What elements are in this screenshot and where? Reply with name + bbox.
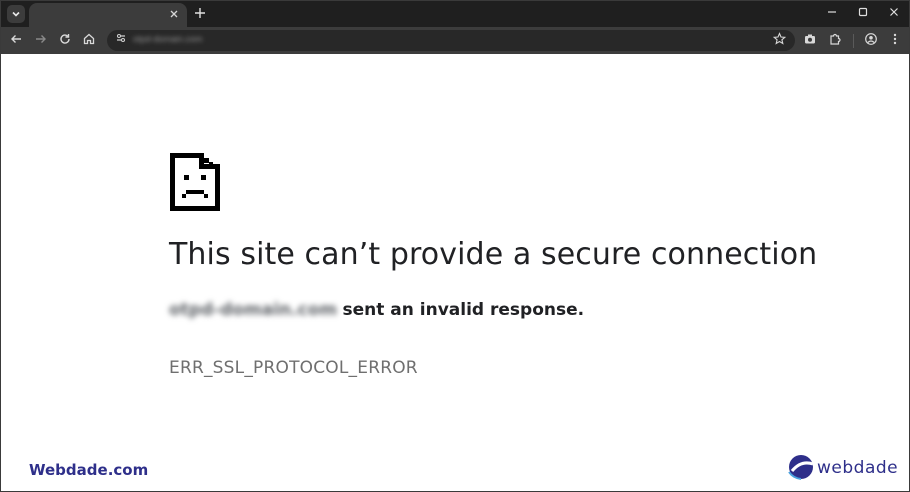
watermark-logo: webdade [787, 452, 898, 482]
webdade-logo-icon [788, 455, 814, 480]
error-message: sent an invalid response. [342, 300, 585, 320]
minimize-icon[interactable] [817, 4, 847, 24]
browser-tab[interactable] [29, 3, 187, 27]
plus-icon[interactable] [192, 5, 208, 21]
watermark-text: Webdade.com [29, 461, 149, 479]
address-bar[interactable]: otpd-domain.com [107, 30, 795, 51]
chevron-down-icon [12, 11, 20, 17]
back-arrow-icon[interactable] [7, 32, 25, 50]
toolbar: otpd-domain.com [1, 27, 909, 54]
more-menu-icon[interactable] [886, 32, 904, 50]
error-page: This site can’t provide a secure connect… [1, 54, 909, 491]
maximize-icon[interactable] [848, 4, 878, 24]
close-window-icon[interactable] [879, 4, 909, 24]
toolbar-divider [853, 34, 854, 48]
close-icon[interactable] [167, 7, 181, 21]
forward-arrow-icon[interactable] [32, 32, 50, 50]
sad-document-icon [170, 153, 220, 211]
camera-icon[interactable] [801, 32, 819, 50]
extensions-icon[interactable] [826, 32, 844, 50]
error-headline: This site can’t provide a secure connect… [169, 237, 818, 272]
star-icon[interactable] [771, 32, 787, 48]
home-icon[interactable] [80, 32, 98, 50]
profile-icon[interactable] [862, 32, 880, 50]
error-code[interactable]: ERR_SSL_PROTOCOL_ERROR [169, 358, 418, 378]
error-detail: otpd-domain.com sent an invalid response… [169, 300, 584, 320]
tune-icon[interactable] [113, 32, 129, 48]
tab-search-button[interactable] [7, 5, 25, 23]
reload-icon[interactable] [56, 32, 74, 50]
watermark-logo-text: webdade [817, 458, 899, 478]
browser-window: otpd-domain.com This site can’t provide … [0, 0, 910, 492]
url-text[interactable]: otpd-domain.com [133, 34, 203, 47]
tab-strip [1, 1, 909, 27]
error-host: otpd-domain.com [169, 300, 338, 320]
